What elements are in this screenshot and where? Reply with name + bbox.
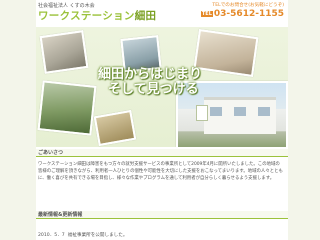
site-logo[interactable]: ワークステーション細田: [38, 8, 156, 23]
news-item[interactable]: 2010．5．7 福祉事業所を公開しました。: [38, 232, 127, 238]
news-date: 2010．5．7: [38, 233, 65, 238]
phone-number-text: 03-5612-1155: [213, 9, 284, 19]
hero-photo-worker: [39, 30, 89, 74]
greeting-section: ごあいさつ ワークステーション細田は障害をもつ方々の就労支援サービスの事業所とし…: [36, 149, 288, 213]
logo-text-main: ワークステーション: [38, 10, 135, 22]
news-text: 福祉事業所を公開しました。: [67, 233, 128, 238]
hero-banner: 細田からはじまり そして見つける: [36, 27, 288, 147]
slogan-line-2: そして見つける: [108, 82, 199, 97]
building-illustration: [204, 97, 276, 134]
page: 社会福祉法人 くすの木会 ワークステーション細田 TELでのお問合せ(お気軽にど…: [36, 0, 288, 240]
greeting-heading: ごあいさつ: [38, 150, 64, 156]
greeting-heading-bar: ごあいさつ: [36, 149, 288, 157]
logo-text-tail: 細田: [134, 10, 157, 22]
news-heading: 最新情報&更新情報: [38, 212, 83, 218]
hero-photo-garden: [37, 80, 97, 136]
news-heading-bar: 最新情報&更新情報: [36, 211, 288, 219]
contact-tagline: TELでのお問合せ(お気軽にどうぞ): [212, 3, 284, 8]
greeting-body: ワークステーション細田は障害をもつ方々の就労支援サービスの事業所として2009年…: [38, 162, 283, 181]
phone-number[interactable]: TEL 03-5612-1155: [200, 9, 284, 19]
hero-slogan: 細田からはじまり そして見つける: [98, 67, 208, 97]
entrance-sign: [196, 105, 208, 121]
slogan-line-1: 細田からはじまり: [98, 67, 203, 82]
site-header: 社会福祉法人 くすの木会 ワークステーション細田 TELでのお問合せ(お気軽にど…: [36, 0, 288, 26]
phone-icon: TEL: [200, 10, 213, 17]
